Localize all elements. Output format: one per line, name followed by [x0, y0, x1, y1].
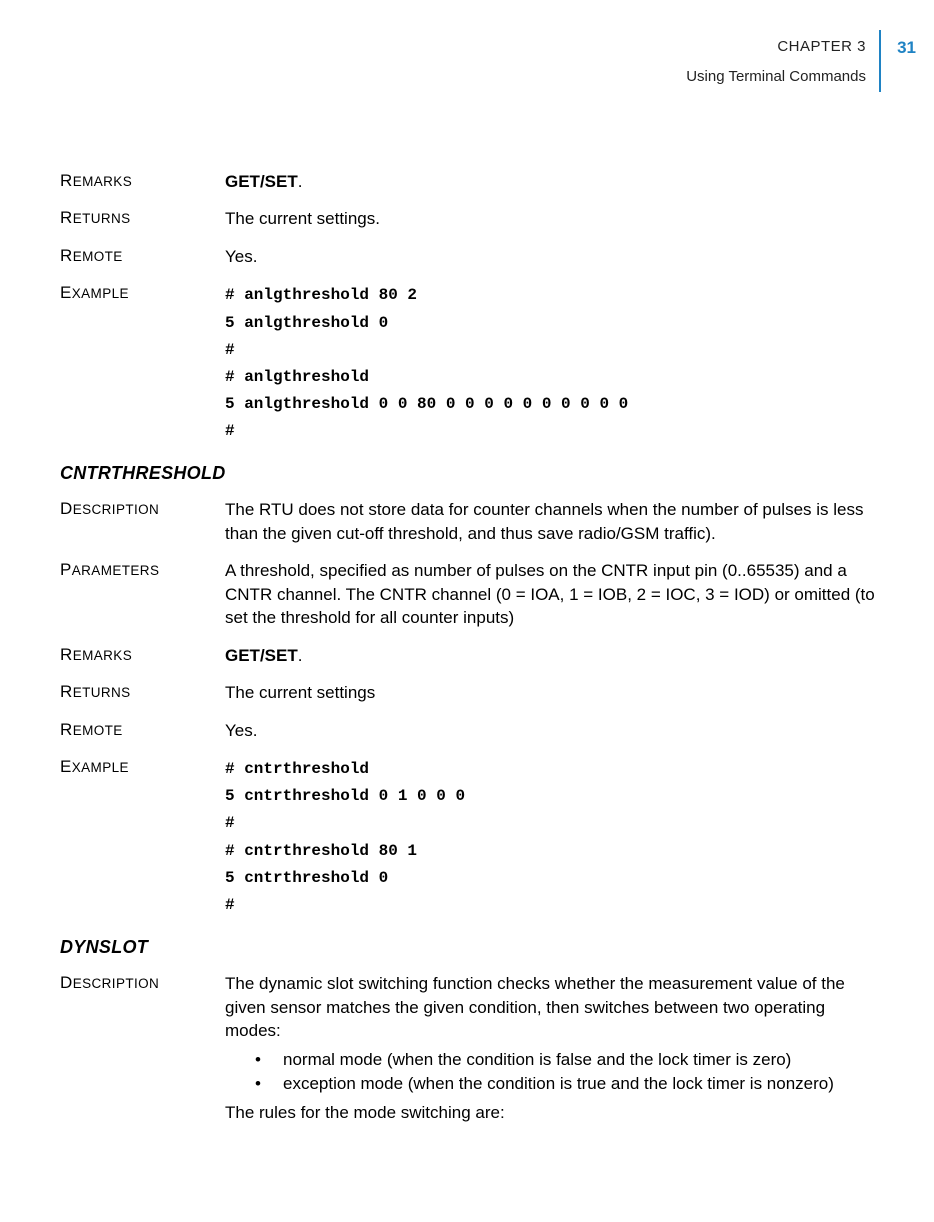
value-remarks: GET/SET. — [225, 170, 884, 193]
row-remarks-1: REMARKS GET/SET. — [60, 170, 884, 193]
row-description-2: DESCRIPTION The RTU does not store data … — [60, 498, 884, 545]
code-line: # cntrthreshold — [225, 756, 884, 783]
code-line: 5 cntrthreshold 0 — [225, 865, 884, 892]
label-returns: RETURNS — [60, 211, 131, 226]
chapter-label: CHAPTER 3 — [777, 38, 866, 55]
bullet-icon: • — [255, 1049, 283, 1071]
row-description-3: DESCRIPTION The dynamic slot switching f… — [60, 972, 884, 1124]
label-description: DESCRIPTION — [60, 502, 159, 517]
breadcrumb: Using Terminal Commands — [686, 68, 866, 85]
value-remote: Yes. — [225, 245, 884, 268]
section-title-dynslot: DYNSLOT — [60, 937, 884, 958]
code-line: 5 anlgthreshold 0 — [225, 310, 884, 337]
code-line: 5 anlgthreshold 0 0 80 0 0 0 0 0 0 0 0 0… — [225, 391, 884, 418]
row-remote-2: REMOTE Yes. — [60, 719, 884, 742]
row-remarks-2: REMARKS GET/SET. — [60, 644, 884, 667]
description-paragraph: The dynamic slot switching function chec… — [225, 972, 884, 1042]
section-title-cntrthreshold: CNTRTHRESHOLD — [60, 463, 884, 484]
value-returns: The current settings. — [225, 207, 884, 230]
closing-paragraph: The rules for the mode switching are: — [225, 1101, 884, 1124]
value-example: # cntrthreshold 5 cntrthreshold 0 1 0 0 … — [225, 756, 884, 919]
list-item: • normal mode (when the condition is fal… — [255, 1049, 884, 1071]
row-remote-1: REMOTE Yes. — [60, 245, 884, 268]
label-example: EXAMPLE — [60, 760, 129, 775]
bullet-list: • normal mode (when the condition is fal… — [255, 1049, 884, 1095]
code-line: # — [225, 418, 884, 445]
row-parameters-2: PARAMETERS A threshold, specified as num… — [60, 559, 884, 629]
code-line: # — [225, 337, 884, 364]
value-example: # anlgthreshold 80 2 5 anlgthreshold 0 #… — [225, 282, 884, 445]
value-remarks: GET/SET. — [225, 644, 884, 667]
page-header: CHAPTER 3 Using Terminal Commands 31 — [60, 30, 884, 110]
label-example: EXAMPLE — [60, 286, 129, 301]
code-line: # — [225, 810, 884, 837]
value-remote: Yes. — [225, 719, 884, 742]
code-line: # — [225, 892, 884, 919]
row-example-2: EXAMPLE # cntrthreshold 5 cntrthreshold … — [60, 756, 884, 919]
value-description: The dynamic slot switching function chec… — [225, 972, 884, 1124]
value-parameters: A threshold, specified as number of puls… — [225, 559, 884, 629]
label-returns: RETURNS — [60, 685, 131, 700]
code-line: # anlgthreshold — [225, 364, 884, 391]
label-remote: REMOTE — [60, 249, 123, 264]
page: CHAPTER 3 Using Terminal Commands 31 REM… — [0, 0, 934, 1222]
label-description: DESCRIPTION — [60, 976, 159, 991]
page-number: 31 — [897, 38, 916, 58]
row-returns-1: RETURNS The current settings. — [60, 207, 884, 230]
code-line: # anlgthreshold 80 2 — [225, 282, 884, 309]
value-description: The RTU does not store data for counter … — [225, 498, 884, 545]
bullet-text: normal mode (when the condition is false… — [283, 1049, 884, 1071]
code-line: # cntrthreshold 80 1 — [225, 838, 884, 865]
list-item: • exception mode (when the condition is … — [255, 1073, 884, 1095]
label-remote: REMOTE — [60, 723, 123, 738]
code-line: 5 cntrthreshold 0 1 0 0 0 — [225, 783, 884, 810]
label-remarks: REMARKS — [60, 174, 132, 189]
row-returns-2: RETURNS The current settings — [60, 681, 884, 704]
header-divider — [879, 30, 881, 92]
content-area: REMARKS GET/SET. RETURNS The current set… — [60, 170, 884, 1124]
label-parameters: PARAMETERS — [60, 563, 159, 578]
label-remarks: REMARKS — [60, 648, 132, 663]
value-returns: The current settings — [225, 681, 884, 704]
bullet-text: exception mode (when the condition is tr… — [283, 1073, 884, 1095]
bullet-icon: • — [255, 1073, 283, 1095]
row-example-1: EXAMPLE # anlgthreshold 80 2 5 anlgthres… — [60, 282, 884, 445]
